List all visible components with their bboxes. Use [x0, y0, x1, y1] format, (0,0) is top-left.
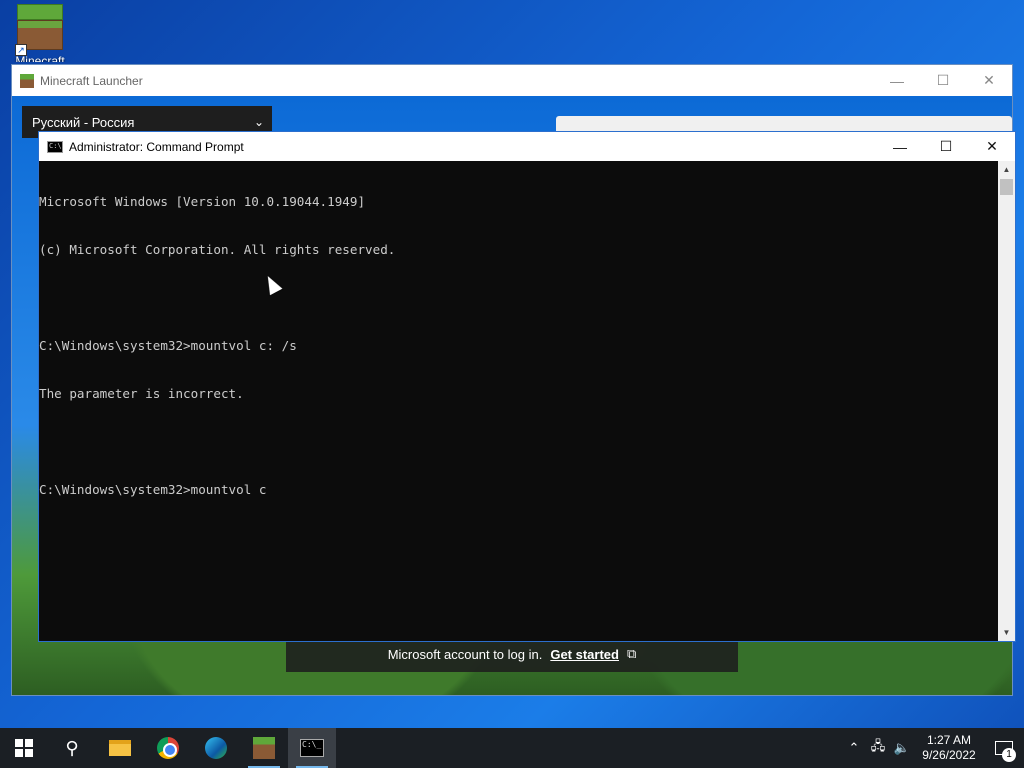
close-button[interactable]: ✕	[969, 132, 1015, 161]
minimize-button[interactable]: —	[874, 65, 920, 96]
clock[interactable]: 1:27 AM 9/26/2022	[914, 733, 984, 763]
windows-logo-icon	[15, 739, 33, 757]
edge-button[interactable]	[192, 728, 240, 768]
minecraft-icon	[20, 73, 34, 88]
scroll-down-icon[interactable]: ▼	[998, 624, 1015, 641]
maximize-button[interactable]: ☐	[920, 65, 966, 96]
console-line: Microsoft Windows [Version 10.0.19044.19…	[39, 194, 366, 209]
system-tray: ⌃ 🖧 🔈 1:27 AM 9/26/2022 1	[842, 728, 1024, 768]
close-button[interactable]: ✕	[966, 65, 1012, 96]
scroll-up-icon[interactable]: ▲	[998, 161, 1015, 178]
console-scrollbar[interactable]: ▲ ▼	[998, 161, 1015, 641]
console-line: C:\Windows\system32>mountvol c	[39, 482, 267, 497]
get-started-link[interactable]: Get started	[550, 647, 619, 662]
notifications-button[interactable]: 1	[984, 728, 1024, 768]
clock-date: 9/26/2022	[922, 748, 976, 762]
console-line: (c) Microsoft Corporation. All rights re…	[39, 242, 396, 257]
shortcut-arrow-icon: ↗	[15, 44, 27, 56]
clock-time: 1:27 AM	[926, 733, 972, 747]
folder-icon	[109, 740, 131, 756]
launcher-title: Minecraft Launcher	[40, 73, 143, 88]
search-icon: ⚲	[65, 737, 79, 758]
notification-count: 1	[1002, 748, 1016, 762]
console-output[interactable]: Microsoft Windows [Version 10.0.19044.19…	[39, 161, 999, 641]
desktop-icon-minecraft[interactable]: ↗ Minecraft	[10, 4, 70, 68]
start-button[interactable]	[0, 728, 48, 768]
external-link-icon: ⧉	[626, 646, 637, 661]
network-icon[interactable]: 🖧	[866, 737, 890, 759]
cmd-icon: C:\	[47, 140, 63, 153]
cmd-title: Administrator: Command Prompt	[69, 139, 244, 154]
cmd-titlebar[interactable]: C:\ Administrator: Command Prompt — ☐ ✕	[39, 132, 1015, 161]
console-line: C:\Windows\system32>mountvol c: /s	[39, 338, 297, 353]
volume-icon[interactable]: 🔈	[890, 740, 914, 756]
edge-icon	[205, 737, 227, 759]
minimize-button[interactable]: —	[877, 132, 923, 161]
chrome-button[interactable]	[144, 728, 192, 768]
console-line: The parameter is incorrect.	[39, 386, 244, 401]
cmd-icon: C:\_	[300, 739, 324, 757]
maximize-button[interactable]: ☐	[923, 132, 969, 161]
minecraft-icon	[253, 737, 275, 759]
chevron-up-icon[interactable]: ⌃	[842, 740, 866, 756]
launcher-titlebar[interactable]: Minecraft Launcher — ☐ ✕	[12, 65, 1012, 96]
chrome-icon	[157, 737, 179, 759]
command-prompt-window: C:\ Administrator: Command Prompt — ☐ ✕ …	[38, 131, 1016, 642]
language-select-value: Русский - Россия	[32, 114, 135, 130]
minecraft-taskbar-button[interactable]	[240, 728, 288, 768]
file-explorer-button[interactable]	[96, 728, 144, 768]
promo-text: Microsoft account to log in.	[387, 646, 543, 662]
taskbar: ⚲ C:\_ ⌃ 🖧 🔈 1:27 AM 9/26/2022 1	[0, 728, 1024, 768]
command-prompt-taskbar-button[interactable]: C:\_	[288, 728, 336, 768]
scrollbar-thumb[interactable]	[1000, 179, 1013, 195]
search-button[interactable]: ⚲	[48, 728, 96, 768]
chevron-down-icon: ⌄	[253, 115, 264, 129]
